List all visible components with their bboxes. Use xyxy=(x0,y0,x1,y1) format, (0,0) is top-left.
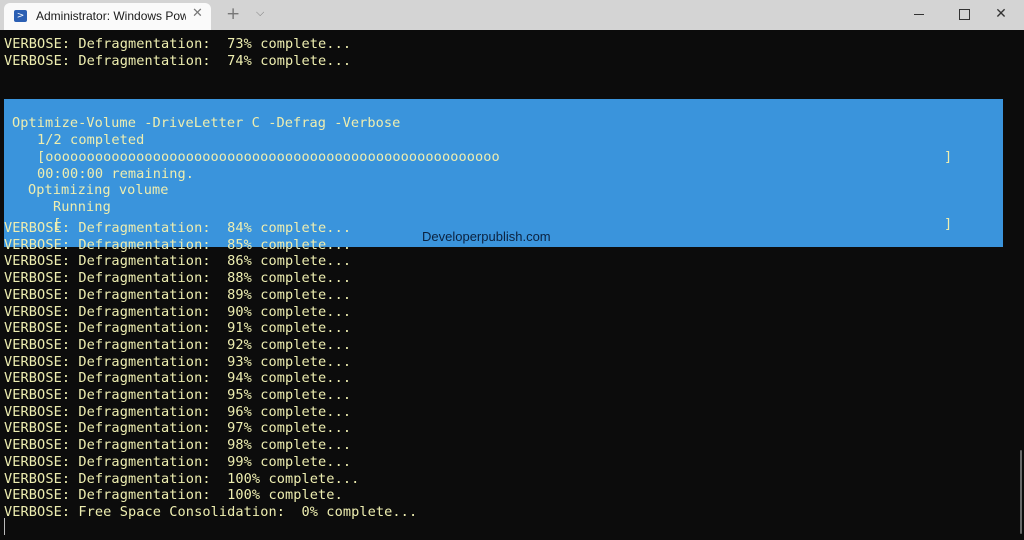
text-cursor xyxy=(4,518,5,535)
console-line: VERBOSE: Defragmentation: 96% complete..… xyxy=(4,403,352,420)
progress-command: Optimize-Volume -DriveLetter C -Defrag -… xyxy=(12,115,401,131)
progress-bar-1: [ooooooooooooooooooooooooooooooooooooooo… xyxy=(37,149,500,165)
console-line: VERBOSE: Defragmentation: 92% complete..… xyxy=(4,336,352,353)
console-line: VERBOSE: Defragmentation: 93% complete..… xyxy=(4,353,352,370)
progress-activity: Optimizing volume xyxy=(28,182,169,198)
console-line: VERBOSE: Defragmentation: 85% complete..… xyxy=(4,236,352,253)
console-line: VERBOSE: Defragmentation: 74% complete..… xyxy=(4,53,352,69)
console-line: VERBOSE: Defragmentation: 86% complete..… xyxy=(4,253,352,270)
console-line: VERBOSE: Defragmentation: 94% complete..… xyxy=(4,370,352,387)
powershell-icon: > xyxy=(14,10,27,22)
progress-bar-1-end: ] xyxy=(944,149,953,165)
console-line: VERBOSE: Defragmentation: 91% complete..… xyxy=(4,320,352,337)
console-line: VERBOSE: Defragmentation: 84% complete..… xyxy=(4,220,352,236)
progress-status-2: Running xyxy=(53,199,111,215)
console-line: VERBOSE: Defragmentation: 100% complete. xyxy=(4,487,343,504)
tab-powershell[interactable]: > Administrator: Windows PowerShell ✕ xyxy=(4,3,211,30)
console-line: VERBOSE: Defragmentation: 100% complete.… xyxy=(4,470,360,487)
console-line: VERBOSE: Free Space Consolidation: 0% co… xyxy=(4,503,418,520)
minimize-icon xyxy=(914,13,924,15)
progress-bar-2-end: ] xyxy=(944,216,953,232)
console-line: VERBOSE: Defragmentation: 90% complete..… xyxy=(4,303,352,320)
title-bar: > Administrator: Windows PowerShell ✕ + … xyxy=(0,0,1024,30)
new-tab-icon[interactable]: + xyxy=(226,4,240,24)
console-line: VERBOSE: Defragmentation: 99% complete..… xyxy=(4,453,352,470)
close-icon: ✕ xyxy=(995,6,1007,22)
console-line: VERBOSE: Defragmentation: 73% complete..… xyxy=(4,36,352,52)
console-line: VERBOSE: Defragmentation: 97% complete..… xyxy=(4,420,352,437)
console-line: VERBOSE: Defragmentation: 95% complete..… xyxy=(4,387,352,403)
scrollbar[interactable] xyxy=(1020,450,1022,534)
tab-title: Administrator: Windows PowerShell xyxy=(36,9,186,23)
console-line: VERBOSE: Defragmentation: 88% complete..… xyxy=(4,270,352,287)
console-line: VERBOSE: Defragmentation: 89% complete..… xyxy=(4,286,352,303)
close-button[interactable]: ✕ xyxy=(978,0,1024,30)
chevron-down-icon[interactable]: ⌵ xyxy=(256,6,264,20)
progress-remaining: 00:00:00 remaining. xyxy=(37,166,195,182)
watermark: Developerpublish.com xyxy=(422,229,551,244)
tab-close-icon[interactable]: ✕ xyxy=(192,6,203,21)
console-output[interactable]: VERBOSE: Defragmentation: 73% complete..… xyxy=(0,30,1024,540)
progress-status: 1/2 completed xyxy=(37,132,145,148)
maximize-icon xyxy=(958,8,970,20)
console-line: VERBOSE: Defragmentation: 98% complete..… xyxy=(4,437,352,454)
minimize-button[interactable] xyxy=(896,0,942,30)
